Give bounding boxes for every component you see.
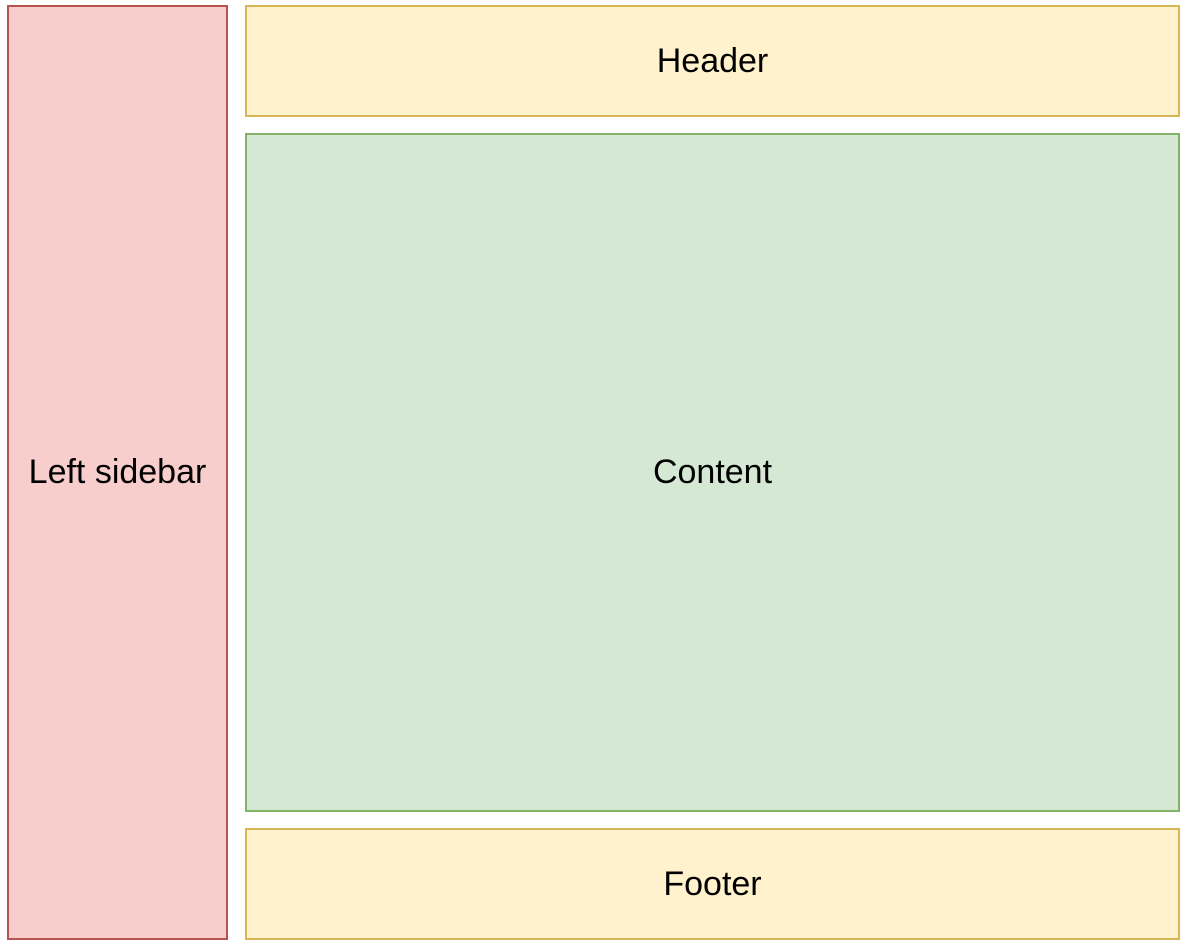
left-sidebar-label: Left sidebar	[28, 453, 207, 491]
header-label: Header	[656, 41, 769, 80]
header-box: Header	[245, 5, 1180, 117]
content-label: Content	[652, 453, 773, 491]
left-sidebar-box: Left sidebar	[7, 5, 228, 940]
footer-box: Footer	[245, 828, 1180, 940]
content-box: Content	[245, 133, 1180, 812]
footer-label: Footer	[663, 864, 762, 903]
